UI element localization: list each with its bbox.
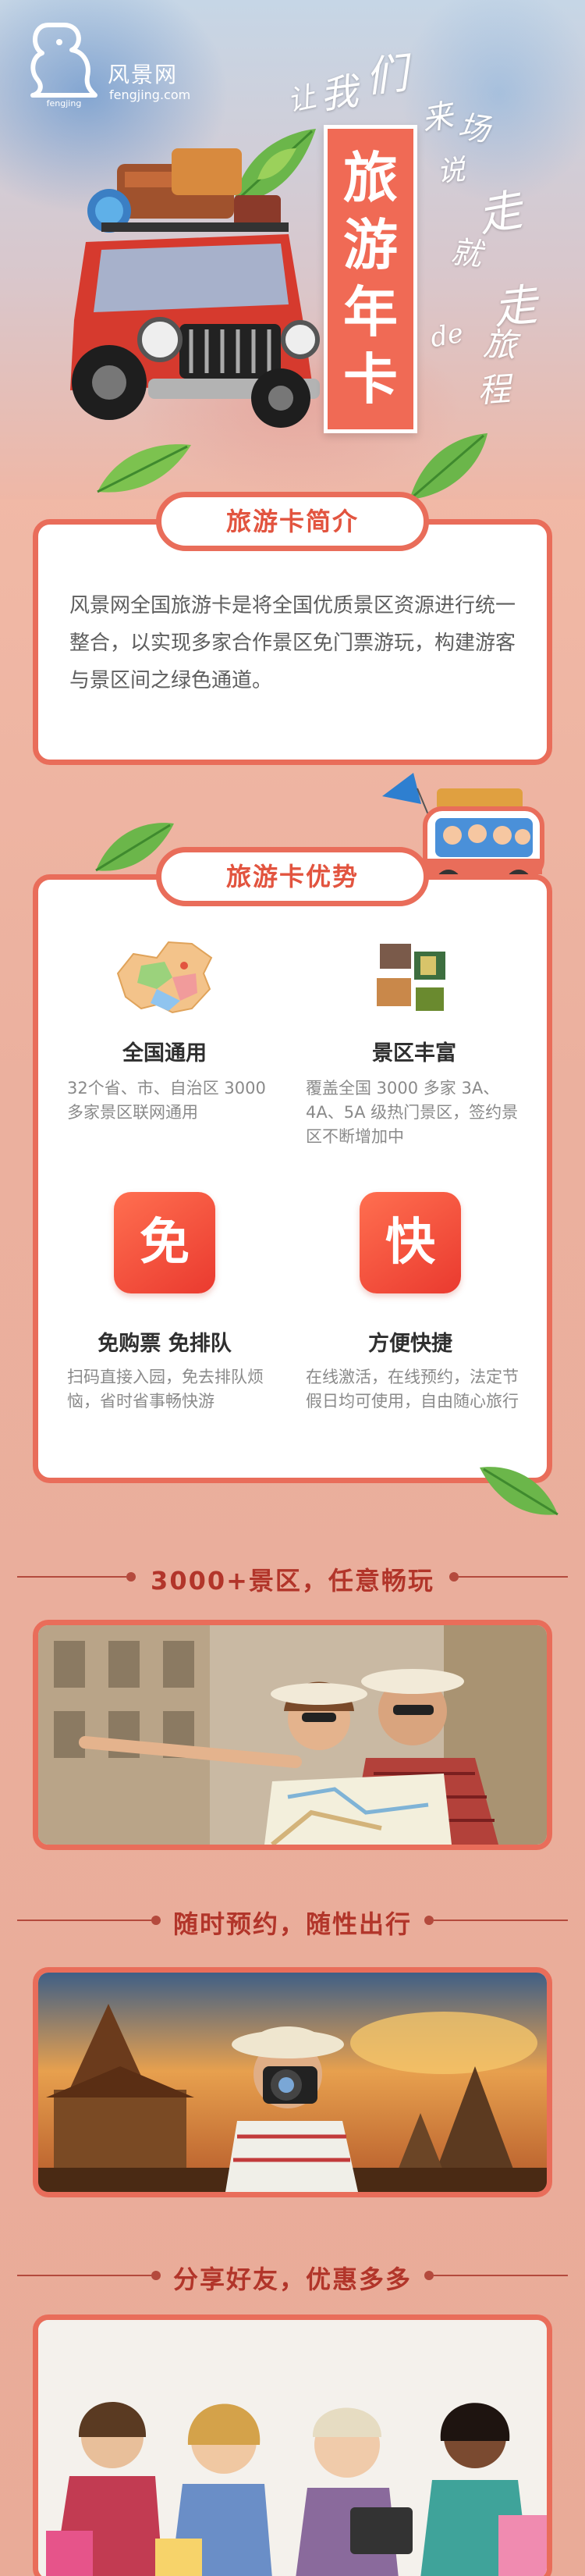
free-badge-icon: 免 [114, 1192, 215, 1293]
slogan-char: de [427, 317, 466, 354]
fast-badge-icon: 快 [360, 1192, 461, 1293]
page: fengjing 风景网 fengjing.com 旅 游 年 卡 让 我 们 … [0, 0, 585, 2576]
feature-desc: 32个省、市、自治区 3000多家景区联网通用 [67, 1079, 266, 1122]
feature-desc: 扫码直接入园，免去排队烦恼，省时省事畅快游 [67, 1368, 264, 1411]
photographer-at-temple-photo [33, 1967, 552, 2197]
slogan-char: 就 [448, 234, 484, 273]
china-map-icon [116, 941, 213, 1014]
leaf-icon [409, 433, 488, 500]
section-heading: 随时预约，随性出行 [17, 1905, 568, 1939]
section-title: 随时预约，随性出行 [172, 1909, 412, 1939]
feature-desc: 在线激活，在线预约，法定节假日均可使用，自由随心旅行 [306, 1368, 519, 1411]
feature-title: 景区丰富 [372, 1041, 456, 1066]
leaf-icon [480, 1467, 558, 1516]
banner-char: 卡 [343, 347, 398, 411]
hero-banner: fengjing 风景网 fengjing.com 旅 游 年 卡 让 我 们 … [0, 0, 585, 500]
intro-title: 旅游卡简介 [156, 492, 429, 551]
banner-title: 旅 游 年 卡 [328, 144, 413, 413]
intro-card: 风景网全国旅游卡是将全国优质景区资源进行统一整合，以实现多家合作景区免门票游玩，… [33, 519, 552, 765]
slogan-char: 场 [456, 109, 492, 149]
section-title: 分享好友，优惠多多 [172, 2265, 412, 2294]
slogan-char: 我 [317, 69, 361, 119]
advantages-title: 旅游卡优势 [156, 847, 429, 906]
banner-char: 游 [343, 212, 398, 277]
brand-url: fengjing.com [109, 87, 191, 102]
friends-shopping-photo [33, 2314, 552, 2576]
photo-illustration [38, 1625, 547, 1845]
couple-with-map-photo [33, 1620, 552, 1850]
photo-collage-icon [377, 944, 445, 1011]
annual-card-banner: 旅 游 年 卡 [324, 125, 417, 433]
banner-char: 旅 [343, 145, 398, 210]
section-title: 3000+景区，任意畅玩 [151, 1566, 434, 1596]
brand-logo[interactable]: fengjing 风景网 fengjing.com [25, 16, 197, 109]
advantages-card: 全国通用 32个省、市、自治区 3000多家景区联网通用 景区丰富 覆盖全国 3… [33, 874, 552, 1483]
red-jeep-illustration [70, 148, 320, 428]
elephant-logo-icon: fengjing [30, 23, 98, 109]
slogan-char: 说 [435, 154, 467, 189]
leaf-icon [97, 444, 191, 493]
photo-illustration [38, 1973, 547, 2192]
feature-title: 方便快捷 [368, 1332, 452, 1356]
slogan-char: 们 [363, 48, 410, 102]
banner-char: 年 [343, 279, 398, 344]
photo-illustration [38, 2320, 547, 2576]
feature-desc: 覆盖全国 3000 多家 3A、4A、5A 级热门景区，签约景区不断增加中 [306, 1079, 519, 1146]
slogan-char: 旅 [482, 324, 518, 365]
feature-title: 免购票 免排队 [98, 1332, 232, 1356]
brand-name: 风景网 [108, 62, 179, 87]
logo-mark-text: fengjing [47, 98, 82, 109]
section-heading: 分享好友，优惠多多 [17, 2260, 568, 2294]
section-heading: 3000+景区，任意畅玩 [17, 1561, 568, 1596]
intro-text: 风景网全国旅游卡是将全国优质景区资源进行统一整合，以实现多家合作景区免门票游玩，… [69, 594, 516, 692]
feature-title: 全国通用 [122, 1041, 207, 1066]
slogan-char: 程 [476, 369, 512, 411]
